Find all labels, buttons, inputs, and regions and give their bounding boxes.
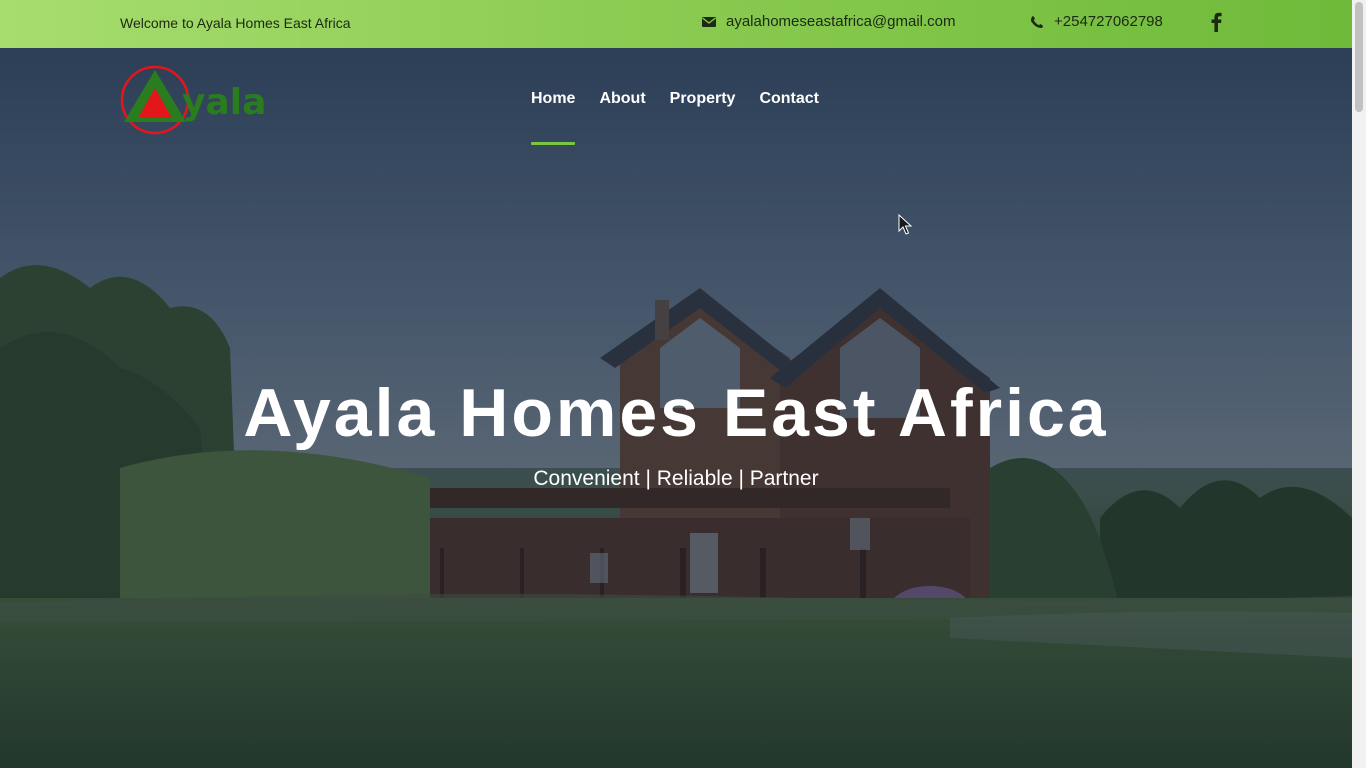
email-contact[interactable]: ayalahomeseastafrica@gmail.com: [702, 13, 956, 30]
hero-tagline: Convenient | Reliable | Partner: [533, 467, 819, 490]
scrollbar-thumb[interactable]: [1355, 2, 1363, 112]
mouse-cursor-icon: [898, 214, 912, 235]
site-logo[interactable]: yala: [120, 64, 270, 136]
phone-contact[interactable]: +254727062798: [1030, 13, 1163, 30]
nav-about[interactable]: About: [599, 90, 645, 110]
page-scrollbar[interactable]: [1352, 0, 1366, 768]
logo-text: yala: [182, 82, 267, 123]
nav-property[interactable]: Property: [670, 90, 736, 110]
facebook-icon[interactable]: [1209, 12, 1223, 32]
phone-icon: [1031, 15, 1044, 28]
top-info-bar: Welcome to Ayala Homes East Africa ayala…: [0, 0, 1352, 48]
phone-text[interactable]: +254727062798: [1054, 13, 1163, 30]
email-text[interactable]: ayalahomeseastafrica@gmail.com: [726, 13, 956, 30]
nav-contact[interactable]: Contact: [759, 90, 819, 110]
envelope-icon: [702, 16, 716, 27]
hero-title: Ayala Homes East Africa: [243, 375, 1109, 451]
nav-home[interactable]: Home: [531, 90, 576, 145]
page: Welcome to Ayala Homes East Africa ayala…: [0, 0, 1366, 768]
main-navigation: Home About Property Contact: [531, 90, 843, 145]
welcome-text: Welcome to Ayala Homes East Africa: [120, 15, 351, 31]
